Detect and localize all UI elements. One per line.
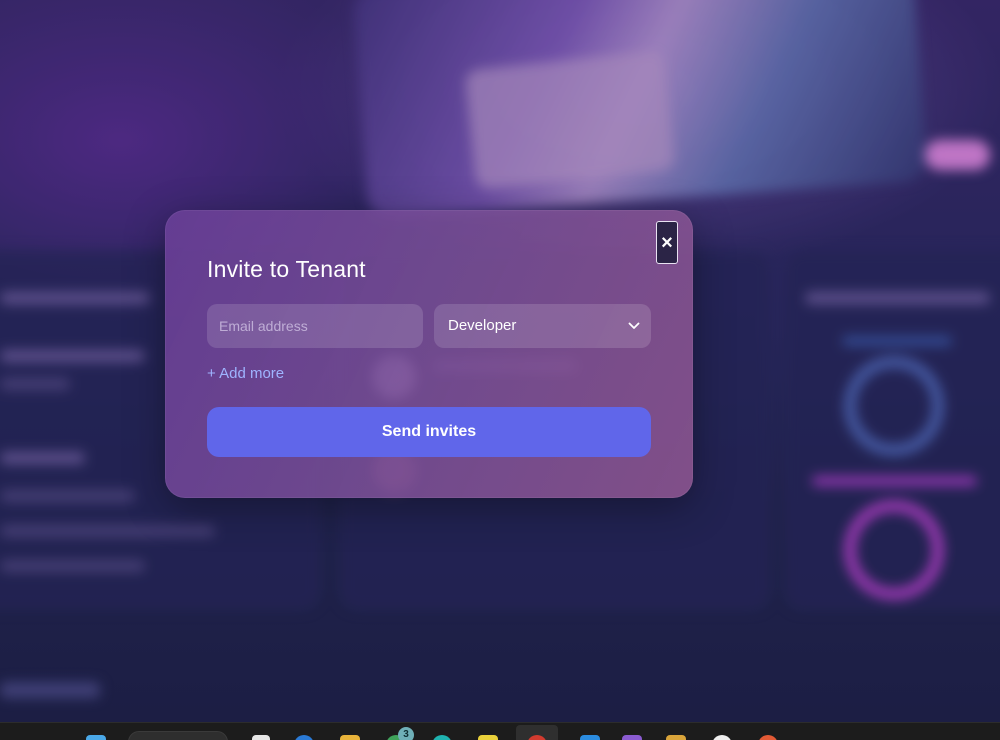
file-explorer-icon[interactable] — [340, 735, 360, 740]
invite-dialog: × Invite to Tenant Developer + Add more … — [165, 210, 693, 498]
email-input[interactable] — [207, 304, 423, 348]
app-icon[interactable] — [666, 735, 686, 740]
chevron-down-icon — [627, 304, 641, 348]
app-icon[interactable] — [758, 735, 778, 740]
edge-browser-icon[interactable] — [294, 735, 314, 740]
role-select[interactable]: Developer — [434, 304, 651, 348]
role-select-value: Developer — [448, 317, 517, 334]
app-icon[interactable] — [478, 735, 498, 740]
add-more-link[interactable]: + Add more — [207, 365, 284, 382]
notification-badge: 3 — [398, 727, 414, 740]
windows-start-icon[interactable] — [86, 735, 106, 740]
app-icon[interactable] — [432, 735, 452, 740]
dialog-title: Invite to Tenant — [207, 256, 366, 282]
taskbar-search[interactable] — [128, 731, 228, 740]
send-invites-button[interactable]: Send invites — [207, 407, 651, 457]
app-icon[interactable] — [712, 735, 732, 740]
taskbar: 3 — [0, 722, 1000, 740]
app-icon[interactable] — [580, 735, 600, 740]
app-icon[interactable] — [622, 735, 642, 740]
close-button[interactable]: × — [656, 221, 678, 264]
task-view-icon[interactable] — [252, 735, 270, 740]
